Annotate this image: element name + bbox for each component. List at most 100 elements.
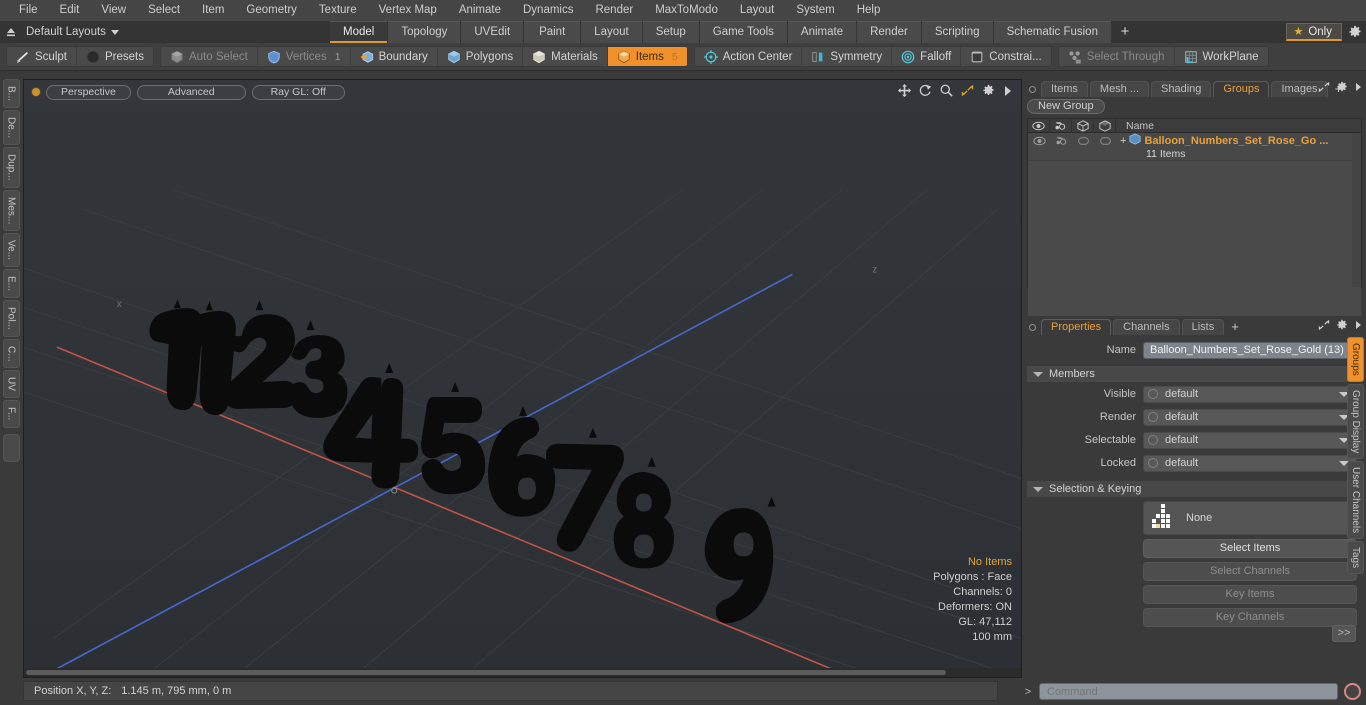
zoom-icon[interactable] [940,84,953,97]
panel-more-arrow-icon[interactable] [1354,82,1362,95]
panel-gear-icon[interactable] [1336,81,1348,96]
default-layouts-dropdown[interactable]: Default Layouts [22,26,119,38]
right-vertical-tab-group-display[interactable]: Group Display [1347,383,1364,460]
viewport-3d[interactable]: x z Perspective Advanced Ray GL: Off No … [23,79,1022,678]
layout-tab-animate[interactable]: Animate [787,21,857,43]
property-dropdown-visible[interactable]: default [1143,385,1357,403]
toolbar-button-vertices[interactable]: Vertices 1 [257,47,351,66]
properties-popout-icon[interactable] [1318,319,1330,334]
viewport-pill-raygl[interactable]: Ray GL: Off [251,84,345,100]
left-tool-tab-9[interactable]: F... [2,400,20,428]
new-group-button[interactable]: New Group [1027,99,1105,114]
viewport-horizontal-scrollbar[interactable] [24,668,1021,677]
group-list-body[interactable] [1028,161,1361,316]
members-section-header[interactable]: Members [1027,366,1357,382]
layout-tab-scripting[interactable]: Scripting [921,21,993,43]
right-vertical-tab-groups[interactable]: Groups [1347,337,1364,382]
property-state-dot[interactable] [1148,458,1158,468]
eye-icon[interactable] [1028,118,1050,133]
properties-more-arrow-icon[interactable] [1354,320,1362,333]
menu-item-render[interactable]: Render [584,0,644,21]
menu-item-system[interactable]: System [785,0,845,21]
row-eye-icon[interactable] [1028,133,1050,147]
expander-icon[interactable]: + [1120,135,1126,147]
menu-item-vertex-map[interactable]: Vertex Map [368,0,448,21]
toolbar-button-polygons[interactable]: Polygons [437,47,524,66]
left-tool-tab-7[interactable]: C... [2,338,20,369]
viewport-pill-perspective[interactable]: Perspective [46,84,131,100]
menu-item-texture[interactable]: Texture [308,0,368,21]
layout-tab-render[interactable]: Render [857,21,921,43]
row-wire-toggle[interactable] [1072,133,1094,147]
menu-item-edit[interactable]: Edit [49,0,91,21]
menu-item-select[interactable]: Select [137,0,191,21]
wire-icon[interactable] [1072,118,1094,133]
table-row[interactable]: + Balloon_Numbers_Set_Rose_Go ... 11 Ite… [1028,133,1361,161]
shaded-icon[interactable] [1094,118,1116,133]
command-input[interactable] [1039,683,1338,700]
goto-button[interactable]: >> [1332,625,1356,642]
property-state-dot[interactable] [1148,412,1158,422]
only-toggle-button[interactable]: ★ Only [1286,23,1342,41]
gear-icon[interactable] [1348,25,1362,39]
layout-tab-uvedit[interactable]: UVEdit [461,21,524,43]
toolbar-button-symmetry[interactable]: Symmetry [802,47,893,66]
toolbar-button-boundary[interactable]: Boundary [350,47,438,66]
pan-icon[interactable] [898,84,911,97]
panel-popout-icon[interactable] [1318,81,1330,96]
menu-item-maxtomodo[interactable]: MaxToModo [644,0,729,21]
menu-item-animate[interactable]: Animate [448,0,512,21]
panel-tab-groups[interactable]: Groups [1213,81,1270,97]
properties-menu-dot-icon[interactable] [1029,324,1036,331]
left-tool-tab-2[interactable]: Dup... [2,147,20,188]
row-render-icon[interactable] [1050,133,1072,147]
right-vertical-tab-tags[interactable]: Tags [1347,541,1364,575]
row-shaded-toggle[interactable] [1094,133,1116,147]
toolbar-button-auto-select[interactable]: Auto Select [160,47,258,66]
toolbar-button-constrai-[interactable]: Constrai... [961,47,1051,66]
menu-item-geometry[interactable]: Geometry [235,0,308,21]
toolbar-button-select-through[interactable]: Select Through [1058,47,1175,66]
render-icon[interactable] [1050,118,1072,133]
property-dropdown-locked[interactable]: default [1143,454,1357,472]
layout-collapse-icon[interactable] [0,21,22,43]
menu-item-dynamics[interactable]: Dynamics [512,0,584,21]
panel-menu-dot-icon[interactable] [1029,86,1036,93]
properties-tab-properties[interactable]: Properties [1041,319,1112,335]
menu-item-layout[interactable]: Layout [729,0,786,21]
toolbar-button-materials[interactable]: Materials [523,47,608,66]
property-dropdown-selectable[interactable]: default [1143,431,1357,449]
left-tool-tab-4[interactable]: Ve... [2,233,20,268]
left-tool-tab-extra[interactable] [2,433,20,462]
keying-section-header[interactable]: Selection & Keying [1027,481,1357,497]
menu-item-view[interactable]: View [90,0,137,21]
layout-tab-paint[interactable]: Paint [524,21,581,43]
group-list-scrollbar[interactable] [1352,133,1361,287]
layout-tab-game-tools[interactable]: Game Tools [699,21,787,43]
keyset-selector[interactable]: None [1143,501,1357,535]
add-properties-tab-button[interactable]: + [1226,319,1244,335]
left-tool-tab-3[interactable]: Mes... [2,189,20,232]
left-tool-tab-5[interactable]: E... [2,269,20,299]
panel-tab-items[interactable]: Items [1041,81,1088,97]
menu-item-help[interactable]: Help [846,0,892,21]
layout-tab-layout[interactable]: Layout [581,21,642,43]
panel-tab-mesh-[interactable]: Mesh ... [1089,81,1150,97]
panel-tab-shading[interactable]: Shading [1151,81,1212,97]
viewport-menu-dot-icon[interactable] [32,88,40,96]
property-state-dot[interactable] [1148,435,1158,445]
properties-tab-lists[interactable]: Lists [1181,319,1225,335]
toolbar-button-presets[interactable]: Presets [76,47,153,66]
left-tool-tab-6[interactable]: Pol... [2,300,20,337]
toolbar-button-items[interactable]: Items 5 [607,47,687,66]
properties-gear-icon[interactable] [1336,319,1348,334]
expand-arrow-icon[interactable] [1003,85,1013,97]
add-layout-tab-button[interactable]: + [1112,21,1138,43]
right-vertical-tab-user-channels[interactable]: User Channels [1347,461,1364,540]
menu-item-file[interactable]: File [8,0,49,21]
property-state-dot[interactable] [1148,389,1158,399]
property-dropdown-render[interactable]: default [1143,408,1357,426]
layout-tab-setup[interactable]: Setup [642,21,699,43]
toolbar-button-falloff[interactable]: Falloff [892,47,962,66]
layout-tab-model[interactable]: Model [330,21,388,43]
